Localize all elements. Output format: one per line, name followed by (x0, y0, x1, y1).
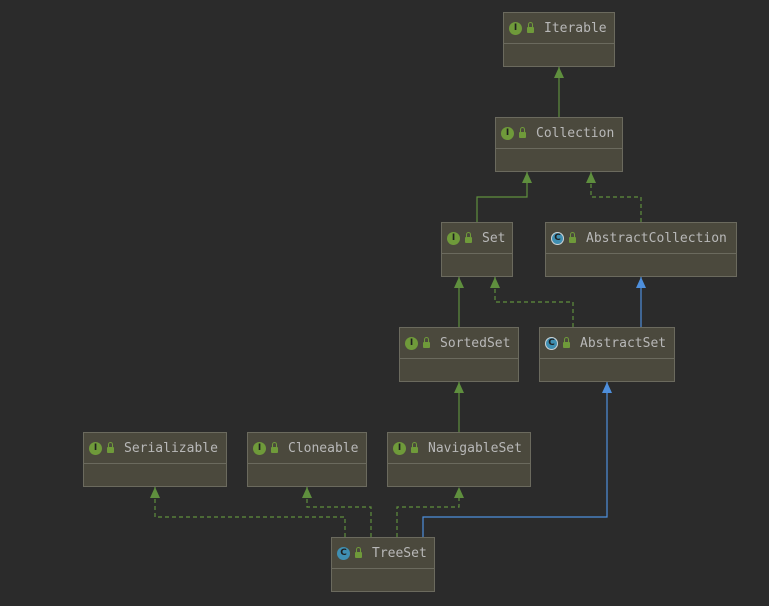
lock-icon (423, 337, 430, 348)
class-node-abstractcollection[interactable]: C AbstractCollection (545, 222, 737, 277)
edge-treeset-to-cloneable (306, 487, 372, 537)
lock-icon (519, 127, 526, 138)
class-node-set[interactable]: I Set (441, 222, 513, 277)
arrowhead-abstractset-to-set (490, 277, 500, 288)
inheritance-edges (150, 67, 646, 537)
lock-icon (411, 442, 418, 453)
lock-icon (107, 442, 114, 453)
arrowhead-treeset-to-abstractset (602, 382, 612, 393)
class-node-collection[interactable]: I Collection (495, 117, 623, 172)
class-node-iterable[interactable]: I Iterable (503, 12, 615, 67)
interface-icon: I (393, 441, 406, 455)
lock-icon (527, 22, 534, 33)
node-label: TreeSet (372, 545, 427, 561)
class-node-treeset[interactable]: C TreeSet (331, 537, 435, 592)
node-label: NavigableSet (428, 440, 522, 456)
arrowhead-sortedset-to-set (454, 277, 464, 288)
interface-icon: I (447, 231, 460, 245)
class-node-abstractset[interactable]: C AbstractSet (539, 327, 675, 382)
lock-icon (355, 547, 362, 558)
lock-icon (465, 232, 472, 243)
arrowhead-abstractcollection-to-collection (586, 172, 596, 183)
class-node-sortedset[interactable]: I SortedSet (399, 327, 519, 382)
arrowhead-treeset-to-cloneable (302, 487, 312, 498)
arrowhead-abstractset-to-abstractcollection (636, 277, 646, 288)
node-label: Iterable (544, 20, 607, 36)
arrowhead-collection-to-iterable (554, 67, 564, 78)
uml-class-diagram: I Iterable I Collection I Set C Abstract… (0, 0, 769, 606)
interface-icon: I (501, 126, 514, 140)
class-icon: C (337, 546, 350, 560)
edge-abstractcollection-to-collection (590, 172, 642, 222)
node-label: Serializable (124, 440, 218, 456)
node-label: Collection (536, 125, 615, 141)
lock-icon (563, 337, 570, 348)
arrowhead-treeset-to-navigableset (454, 487, 464, 498)
edge-treeset-to-serializable (154, 487, 346, 537)
lock-icon (271, 442, 278, 453)
node-label: Cloneable (288, 440, 359, 456)
arrowhead-set-to-collection (522, 172, 532, 183)
node-label: AbstractCollection (586, 230, 727, 246)
arrowhead-navigableset-to-sortedset (454, 382, 464, 393)
class-node-cloneable[interactable]: I Cloneable (247, 432, 367, 487)
edge-set-to-collection (476, 172, 528, 222)
node-label: AbstractSet (580, 335, 667, 351)
abstract-class-icon: C (551, 231, 564, 245)
interface-icon: I (89, 441, 102, 455)
node-label: Set (482, 230, 506, 246)
interface-icon: I (405, 336, 418, 350)
edge-treeset-to-navigableset (396, 487, 460, 537)
node-label: SortedSet (440, 335, 511, 351)
lock-icon (569, 232, 576, 243)
class-node-serializable[interactable]: I Serializable (83, 432, 227, 487)
edge-abstractset-to-set (494, 277, 574, 327)
arrowhead-treeset-to-serializable (150, 487, 160, 498)
abstract-class-icon: C (545, 336, 558, 350)
interface-icon: I (253, 441, 266, 455)
interface-icon: I (509, 21, 522, 35)
class-node-navigableset[interactable]: I NavigableSet (387, 432, 531, 487)
